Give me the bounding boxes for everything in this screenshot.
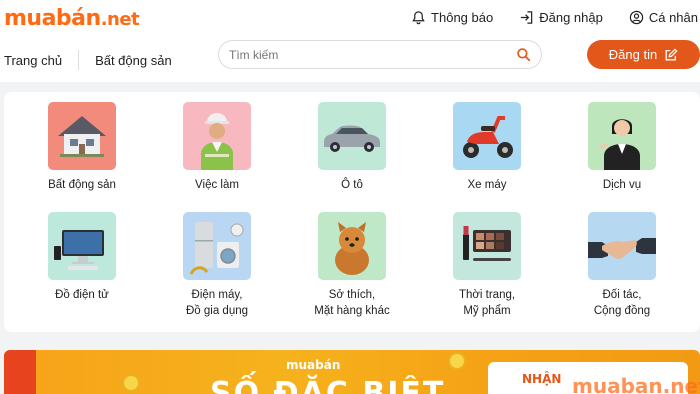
top-links: Thông báo Đăng nhập Cá nhân <box>385 6 700 28</box>
nav-home[interactable]: Trang chủ <box>4 53 62 68</box>
category-tile <box>48 212 116 280</box>
nav-divider <box>78 50 80 70</box>
category-label: Thời trang, Mỹ phẩm <box>427 287 547 319</box>
category-label: Sở thích, Mặt hàng khác <box>292 287 412 319</box>
service-woman-icon <box>599 119 640 170</box>
coin-decoration <box>122 374 140 392</box>
search-icon[interactable] <box>516 47 531 62</box>
category-label: Ô tô <box>341 179 363 191</box>
category-label-line2: Mỹ phẩm <box>463 305 511 317</box>
category-tile <box>318 212 386 280</box>
category-label: Điện máy, Đồ gia dụng <box>157 287 277 319</box>
category-tile <box>183 212 251 280</box>
category-label-line2: Mặt hàng khác <box>314 305 390 317</box>
coin-decoration <box>448 352 466 370</box>
category-label: Đối tác, Cộng đồng <box>562 287 682 319</box>
car-icon <box>324 125 380 152</box>
category-appliances[interactable]: Điện máy, Đồ gia dụng <box>157 212 277 319</box>
appliances-icon <box>189 222 244 275</box>
category-motorbikes[interactable]: Xe máy <box>427 102 547 193</box>
category-jobs[interactable]: Việc làm <box>157 102 277 193</box>
login-link[interactable]: Đăng nhập <box>519 10 603 25</box>
category-label-line2: Cộng đồng <box>593 305 651 317</box>
category-label: Đồ điện tử <box>55 289 109 301</box>
search-input[interactable] <box>229 46 509 64</box>
edit-icon <box>665 47 678 60</box>
post-ad-label: Đăng tin <box>608 47 658 62</box>
category-fashion[interactable]: Thời trang, Mỹ phẩm <box>427 212 547 319</box>
computer-icon <box>54 230 104 270</box>
watermark: muaban.net <box>572 374 700 394</box>
profile-link[interactable]: Cá nhân <box>629 10 698 25</box>
category-label: Bất động sản <box>48 179 116 191</box>
logo-main: muabán <box>4 6 101 31</box>
site-logo[interactable]: muabán.net <box>4 6 140 31</box>
category-tile <box>588 102 656 170</box>
category-cars[interactable]: Ô tô <box>292 102 412 193</box>
worker-icon <box>201 113 233 170</box>
category-tile <box>588 212 656 280</box>
category-services[interactable]: Dịch vụ <box>562 102 682 193</box>
banner-red-edge <box>4 350 36 394</box>
category-tile <box>318 102 386 170</box>
user-icon <box>629 10 644 24</box>
main-nav: Trang chủ Bất động sản <box>4 50 172 70</box>
category-label: Việc làm <box>195 179 239 191</box>
category-tile <box>48 102 116 170</box>
banner-brand: muabán <box>286 358 341 372</box>
banner-headline: SỐ ĐẶC BIỆT <box>210 376 446 394</box>
logo-tld: .net <box>100 9 140 30</box>
category-panel: Bất động sản Việc làm Ô tô Xe máy Dịch v… <box>4 92 700 332</box>
house-icon <box>58 116 106 157</box>
category-label-line1: Sở thích, <box>328 289 376 301</box>
post-ad-button[interactable]: Đăng tin <box>587 40 700 69</box>
category-tile <box>453 212 521 280</box>
handshake-icon <box>588 238 656 259</box>
category-tile <box>453 102 521 170</box>
search-box <box>218 40 542 69</box>
header: muabán.net Thông báo Đăng nhập Cá nhân T… <box>0 0 700 82</box>
category-label-line1: Điện máy, <box>191 289 243 301</box>
category-label-line1: Thời trang, <box>458 289 516 301</box>
category-hobbies[interactable]: Sở thích, Mặt hàng khác <box>292 212 412 319</box>
category-label: Dịch vụ <box>602 179 642 191</box>
dog-icon <box>335 222 369 275</box>
notifications-label: Thông báo <box>431 9 494 25</box>
category-tile <box>183 102 251 170</box>
cosmetics-icon <box>463 226 511 261</box>
banner-ticket-text: NHẬN <box>522 372 562 386</box>
login-label: Đăng nhập <box>539 9 603 25</box>
category-label-line1: Đối tác, <box>602 289 642 301</box>
bell-icon <box>412 10 425 24</box>
category-label-line2: Đồ gia dụng <box>185 305 249 317</box>
profile-label: Cá nhân <box>648 9 698 25</box>
scooter-icon <box>463 116 513 158</box>
category-electronics[interactable]: Đồ điện tử <box>22 212 142 303</box>
category-real-estate[interactable]: Bất động sản <box>22 102 142 193</box>
login-icon <box>521 10 533 24</box>
category-label: Xe máy <box>467 179 507 191</box>
nav-real-estate[interactable]: Bất động sản <box>95 53 172 68</box>
notifications-link[interactable]: Thông báo <box>411 10 493 25</box>
category-partners[interactable]: Đối tác, Cộng đồng <box>562 212 682 319</box>
